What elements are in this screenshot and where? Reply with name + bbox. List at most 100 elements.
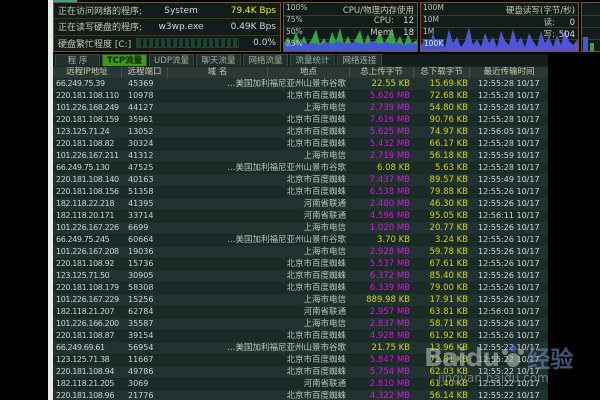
cpu-scale-100: 100% bbox=[286, 3, 307, 13]
table-row[interactable]: 101.226.167.22915256上海市电信889.98 KB17.91 … bbox=[53, 294, 548, 306]
cell-download-bytes: 79.00 KB bbox=[414, 282, 470, 294]
cell-location: 北京市百度蜘蛛 bbox=[268, 354, 350, 366]
column-header-4[interactable]: 总上传字节 bbox=[350, 67, 414, 78]
cell-remote-port: 30324 bbox=[122, 138, 168, 150]
tab-1[interactable]: TCP流量 bbox=[102, 54, 147, 66]
cell-remote-ip: 220.181.108.179 bbox=[53, 282, 122, 294]
cell-remote-port: 47525 bbox=[122, 162, 168, 174]
table-row[interactable]: 101.226.168.24944127上海市电信2.739 MB54.80 K… bbox=[53, 102, 548, 114]
table-row[interactable]: 66.249.75.13047525美国加利福尼亚州山景市谷歌…6.08 KB5… bbox=[53, 162, 548, 174]
column-header-5[interactable]: 总下载字节 bbox=[414, 67, 470, 78]
table-row[interactable]: 123.125.71.3811667北京市百度蜘蛛5.847 MB72.81 K… bbox=[53, 354, 548, 366]
cell-domain bbox=[168, 378, 268, 390]
cell-last-transfer-time: 12:55:22 10/17 bbox=[470, 342, 548, 354]
tab-4[interactable]: 网络流量 bbox=[243, 54, 288, 66]
table-row[interactable]: 66.249.75.24560664美国加利福尼亚州山景市谷歌…3.70 KB3… bbox=[53, 234, 548, 246]
table-row[interactable]: 101.226.167.2266699上海市电信1.020 MB20.77 KB… bbox=[53, 222, 548, 234]
table-row[interactable]: 123.125.71.2413052北京市百度蜘蛛5.625 MB74.97 K… bbox=[53, 126, 548, 138]
column-header-2[interactable]: 域 名 bbox=[168, 67, 268, 78]
cell-remote-port: 49786 bbox=[122, 366, 168, 378]
table-row[interactable]: 101.226.166.20035587上海市电信2.837 MB58.71 K… bbox=[53, 318, 548, 330]
cell-upload-bytes: 5.754 MB bbox=[350, 366, 414, 378]
mem-usage-line: Mem:18 bbox=[370, 28, 414, 38]
cell-upload-bytes: 1.020 MB bbox=[350, 222, 414, 234]
cell-location: 北京市百度蜘蛛 bbox=[268, 258, 350, 270]
cell-last-transfer-time: 12:55:59 10/17 bbox=[470, 150, 548, 162]
table-row[interactable]: 123.125.71.5030905北京市百度蜘蛛6.372 MB85.40 K… bbox=[53, 270, 548, 282]
cell-upload-bytes: 6.372 MB bbox=[350, 270, 414, 282]
cell-location: 北京市百度蜘蛛 bbox=[268, 390, 350, 400]
cell-last-transfer-time: 12:55:49 10/17 bbox=[470, 174, 548, 186]
table-row[interactable]: 220.181.108.15935961北京市百度蜘蛛7.616 MB90.76… bbox=[53, 114, 548, 126]
table-row[interactable]: 220.181.108.15651358北京市百度蜘蛛6.538 MB79.88… bbox=[53, 186, 548, 198]
cell-remote-ip: 220.181.108.92 bbox=[53, 258, 122, 270]
table-row[interactable]: 101.226.167.20819036上海市电信2.928 MB59.78 K… bbox=[53, 246, 548, 258]
cell-upload-bytes: 3.70 KB bbox=[350, 234, 414, 246]
column-header-1[interactable]: 远程端口 bbox=[122, 67, 168, 78]
cell-download-bytes: 95.05 KB bbox=[414, 210, 470, 222]
cell-remote-port: 15256 bbox=[122, 294, 168, 306]
tab-2[interactable]: UDP流量 bbox=[149, 54, 194, 66]
table-row[interactable]: 220.181.108.9215736北京市百度蜘蛛5.537 MB67.61 … bbox=[53, 258, 548, 270]
cell-location: 北京市百度蜘蛛 bbox=[268, 174, 350, 186]
cell-upload-bytes: 5.625 MB bbox=[350, 126, 414, 138]
disk-scale-100m: 100M bbox=[423, 3, 444, 13]
table-row[interactable]: 66.249.69.6156954美国加利福尼亚州山景市谷歌…21.75 KB1… bbox=[53, 342, 548, 354]
table-row[interactable]: 220.181.108.9449786北京市百度蜘蛛5.754 MB62.03 … bbox=[53, 366, 548, 378]
table-row[interactable]: 220.181.108.8739154北京市百度蜘蛛4.928 MB61.92 … bbox=[53, 330, 548, 342]
table-row[interactable]: 182.118.22.21841395河南省联通2.480 MB46.30 KB… bbox=[53, 198, 548, 210]
table-row[interactable]: 101.226.167.21141312上海市电信2.719 MB56.18 K… bbox=[53, 150, 548, 162]
cell-remote-ip: 220.181.108.159 bbox=[53, 114, 122, 126]
table-row[interactable]: 220.181.108.17958308北京市百度蜘蛛6.339 MB79.00… bbox=[53, 282, 548, 294]
cell-remote-port: 39154 bbox=[122, 330, 168, 342]
table-row[interactable]: 220.181.108.11010978北京市百度蜘蛛5.626 MB72.68… bbox=[53, 90, 548, 102]
cell-domain bbox=[168, 390, 268, 400]
column-header-3[interactable]: 地点 bbox=[268, 67, 350, 78]
tab-bar: 程 序TCP流量UDP流量聊天流量网络流量流量统计网络连接 bbox=[53, 54, 548, 66]
cell-domain bbox=[168, 198, 268, 210]
column-header-6[interactable]: 最近传输时间 bbox=[470, 67, 548, 78]
tab-6[interactable]: 网络连接 bbox=[337, 54, 382, 66]
cell-upload-bytes: 5.626 MB bbox=[350, 90, 414, 102]
table-row[interactable]: 220.181.108.14040163北京市百度蜘蛛7.437 MB89.57… bbox=[53, 174, 548, 186]
cell-remote-ip: 182.118.21.207 bbox=[53, 306, 122, 318]
cell-last-transfer-time: 12:56:11 10/17 bbox=[470, 210, 548, 222]
cell-remote-ip: 66.249.69.61 bbox=[53, 342, 122, 354]
cell-remote-ip: 220.181.108.140 bbox=[53, 174, 122, 186]
cell-last-transfer-time: 12:55:22 10/17 bbox=[470, 390, 548, 400]
cell-remote-port: 21776 bbox=[122, 390, 168, 400]
cell-remote-ip: 101.226.167.226 bbox=[53, 222, 122, 234]
cpu-scale-25: 25% bbox=[286, 39, 303, 49]
disk-panel-title: 硬盘读写(字节/秒) bbox=[506, 4, 575, 16]
cell-upload-bytes: 2.739 MB bbox=[350, 102, 414, 114]
cell-remote-port: 33714 bbox=[122, 210, 168, 222]
cell-download-bytes: 66.17 KB bbox=[414, 138, 470, 150]
tab-0[interactable]: 程 序 bbox=[55, 54, 100, 66]
cell-location: 河南省联通 bbox=[268, 198, 350, 210]
tab-3[interactable]: 聊天流量 bbox=[196, 54, 241, 66]
column-header-0[interactable]: 远程IP地址 bbox=[53, 67, 122, 78]
table-row[interactable]: 220.181.108.8230324北京市百度蜘蛛5.432 MB66.17 … bbox=[53, 138, 548, 150]
cell-remote-port: 30905 bbox=[122, 270, 168, 282]
table-row[interactable]: 66.249.75.3945369美国加利福尼亚州山景市谷歌…22.55 KB1… bbox=[53, 78, 548, 90]
cell-remote-ip: 220.181.108.156 bbox=[53, 186, 122, 198]
tab-5[interactable]: 流量统计 bbox=[290, 54, 335, 66]
cell-remote-ip: 182.118.22.218 bbox=[53, 198, 122, 210]
cell-download-bytes: 59.78 KB bbox=[414, 246, 470, 258]
cell-location: 上海市电信 bbox=[268, 102, 350, 114]
table-row[interactable]: 220.181.108.9621776北京市百度蜘蛛4.322 MB56.14 … bbox=[53, 390, 548, 400]
table-row[interactable]: 182.118.21.20762784河南省联通2.957 MB63.81 KB… bbox=[53, 306, 548, 318]
cell-remote-port: 51358 bbox=[122, 186, 168, 198]
cell-remote-ip: 220.181.108.87 bbox=[53, 330, 122, 342]
cell-download-bytes: 61.92 KB bbox=[414, 330, 470, 342]
cell-location: 上海市电信 bbox=[268, 294, 350, 306]
cell-upload-bytes: 6.538 MB bbox=[350, 186, 414, 198]
cell-download-bytes: 46.30 KB bbox=[414, 198, 470, 210]
table-row[interactable]: 182.118.21.2053069河南省联通2.810 MB61.40 KB1… bbox=[53, 378, 548, 390]
cell-remote-port: 10978 bbox=[122, 90, 168, 102]
table-row[interactable]: 182.118.20.17133714河南省联通4.596 MB95.05 KB… bbox=[53, 210, 548, 222]
cell-download-bytes: 20.77 KB bbox=[414, 222, 470, 234]
cell-remote-port: 44127 bbox=[122, 102, 168, 114]
cell-upload-bytes: 7.437 MB bbox=[350, 174, 414, 186]
disk-program-row: 正在读写硬盘的程序: w3wp.exe 0.49K Bps bbox=[54, 19, 280, 35]
